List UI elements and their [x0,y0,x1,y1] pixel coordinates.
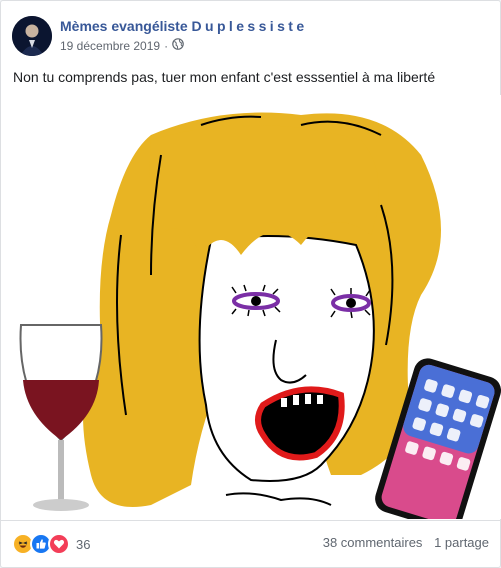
post-footer: 36 38 commentaires 1 partage [1,520,500,567]
comments-count-link[interactable]: 38 commentaires [323,535,423,550]
post-card: Mèmes evangéliste Duplessiste 19 décembr… [0,0,501,568]
page-avatar[interactable] [12,16,52,56]
meme-image[interactable] [1,95,501,531]
reaction-count[interactable]: 36 [76,537,90,552]
meta-separator: · [164,38,169,53]
page-name-link[interactable]: Mèmes evangéliste Duplessiste [60,18,308,34]
shares-count-link[interactable]: 1 partage [434,535,489,550]
post-text: Non tu comprends pas, tuer mon enfant c'… [13,69,436,85]
reaction-summary[interactable]: 36 [12,533,90,555]
love-icon[interactable] [48,533,70,555]
post-meta: 19 décembre 2019 · [60,38,184,53]
globe-icon[interactable] [172,38,184,53]
post-date[interactable]: 19 décembre 2019 [60,39,160,53]
page-name-main[interactable]: Mèmes evangéliste [60,18,188,34]
engagement-stats: 38 commentaires 1 partage [315,535,489,550]
page-name-spaced[interactable]: Duplessiste [192,18,308,34]
